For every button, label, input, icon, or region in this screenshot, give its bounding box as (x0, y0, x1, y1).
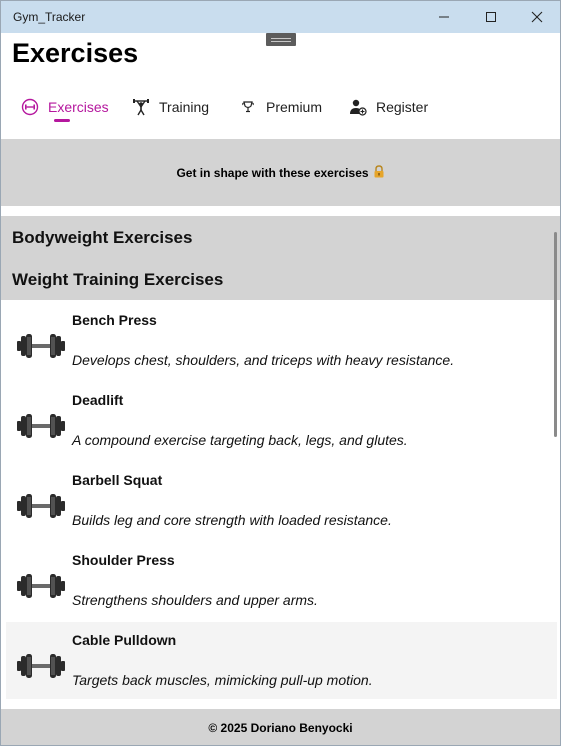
tab-premium[interactable]: Premium (238, 95, 322, 119)
active-tab-indicator (54, 119, 70, 122)
exercise-description: A compound exercise targeting back, legs… (72, 432, 408, 448)
section-weight-training[interactable]: Weight Training Exercises (12, 270, 223, 290)
tab-label: Exercises (48, 99, 109, 115)
tab-exercises[interactable]: Exercises (20, 95, 109, 119)
trophy-icon (238, 97, 258, 117)
maximize-button[interactable] (468, 1, 514, 33)
list-item[interactable]: Barbell Squat Builds leg and core streng… (6, 462, 557, 539)
title-bar[interactable]: Gym_Tracker (1, 1, 560, 33)
exercise-name: Deadlift (72, 392, 124, 408)
weightlifter-icon (131, 97, 151, 117)
list-item[interactable]: Shoulder Press Strengthens shoulders and… (6, 542, 557, 619)
exercise-list[interactable]: Bench Press Develops chest, shoulders, a… (1, 302, 557, 702)
close-button[interactable] (514, 1, 560, 33)
list-item[interactable]: Bench Press Develops chest, shoulders, a… (6, 302, 557, 379)
footer: © 2025 Doriano Benyocki (1, 709, 560, 745)
app-window: Gym_Tracker Exercises Exercises Training… (0, 0, 561, 746)
tab-bar: Exercises Training Premium Register (1, 91, 560, 127)
tab-label: Register (376, 99, 429, 115)
dumbbell-icon (15, 329, 67, 363)
exercise-name: Barbell Squat (72, 472, 163, 488)
tab-training[interactable]: Training (131, 95, 209, 119)
category-sections: Bodyweight Exercises Weight Training Exe… (1, 216, 560, 300)
dumbbell-icon (15, 489, 67, 523)
dumbbell-circle-icon (20, 97, 40, 117)
exercise-name: Cable Pulldown (72, 632, 177, 648)
exercise-description: Develops chest, shoulders, and triceps w… (72, 352, 455, 368)
dumbbell-icon (15, 569, 67, 603)
exercise-name: Bench Press (72, 312, 157, 328)
promo-banner: Get in shape with these exercises (1, 139, 560, 206)
dumbbell-icon (15, 649, 67, 683)
drag-handle[interactable] (266, 33, 296, 46)
dumbbell-icon (15, 409, 67, 443)
exercise-name: Shoulder Press (72, 552, 175, 568)
minimize-icon (439, 16, 449, 18)
lock-icon (373, 164, 385, 181)
tab-label: Training (159, 99, 210, 115)
exercise-description: Targets back muscles, mimicking pull-up … (72, 672, 373, 688)
page-title: Exercises (12, 38, 139, 68)
section-bodyweight[interactable]: Bodyweight Exercises (12, 228, 192, 248)
user-add-icon (348, 97, 368, 117)
banner-text: Get in shape with these exercises (176, 165, 369, 180)
copyright-text: © 2025 Doriano Benyocki (208, 720, 353, 735)
tab-label: Premium (266, 99, 323, 115)
list-item[interactable]: Deadlift A compound exercise targeting b… (6, 382, 557, 459)
minimize-button[interactable] (421, 1, 467, 33)
maximize-icon (486, 12, 496, 22)
app-title: Gym_Tracker (13, 10, 86, 24)
scrollbar[interactable] (554, 232, 557, 437)
exercise-description: Builds leg and core strength with loaded… (72, 512, 392, 528)
exercise-description: Strengthens shoulders and upper arms. (72, 592, 318, 608)
close-icon (531, 11, 543, 23)
tab-register[interactable]: Register (348, 95, 428, 119)
list-item[interactable]: Cable Pulldown Targets back muscles, mim… (6, 622, 557, 699)
